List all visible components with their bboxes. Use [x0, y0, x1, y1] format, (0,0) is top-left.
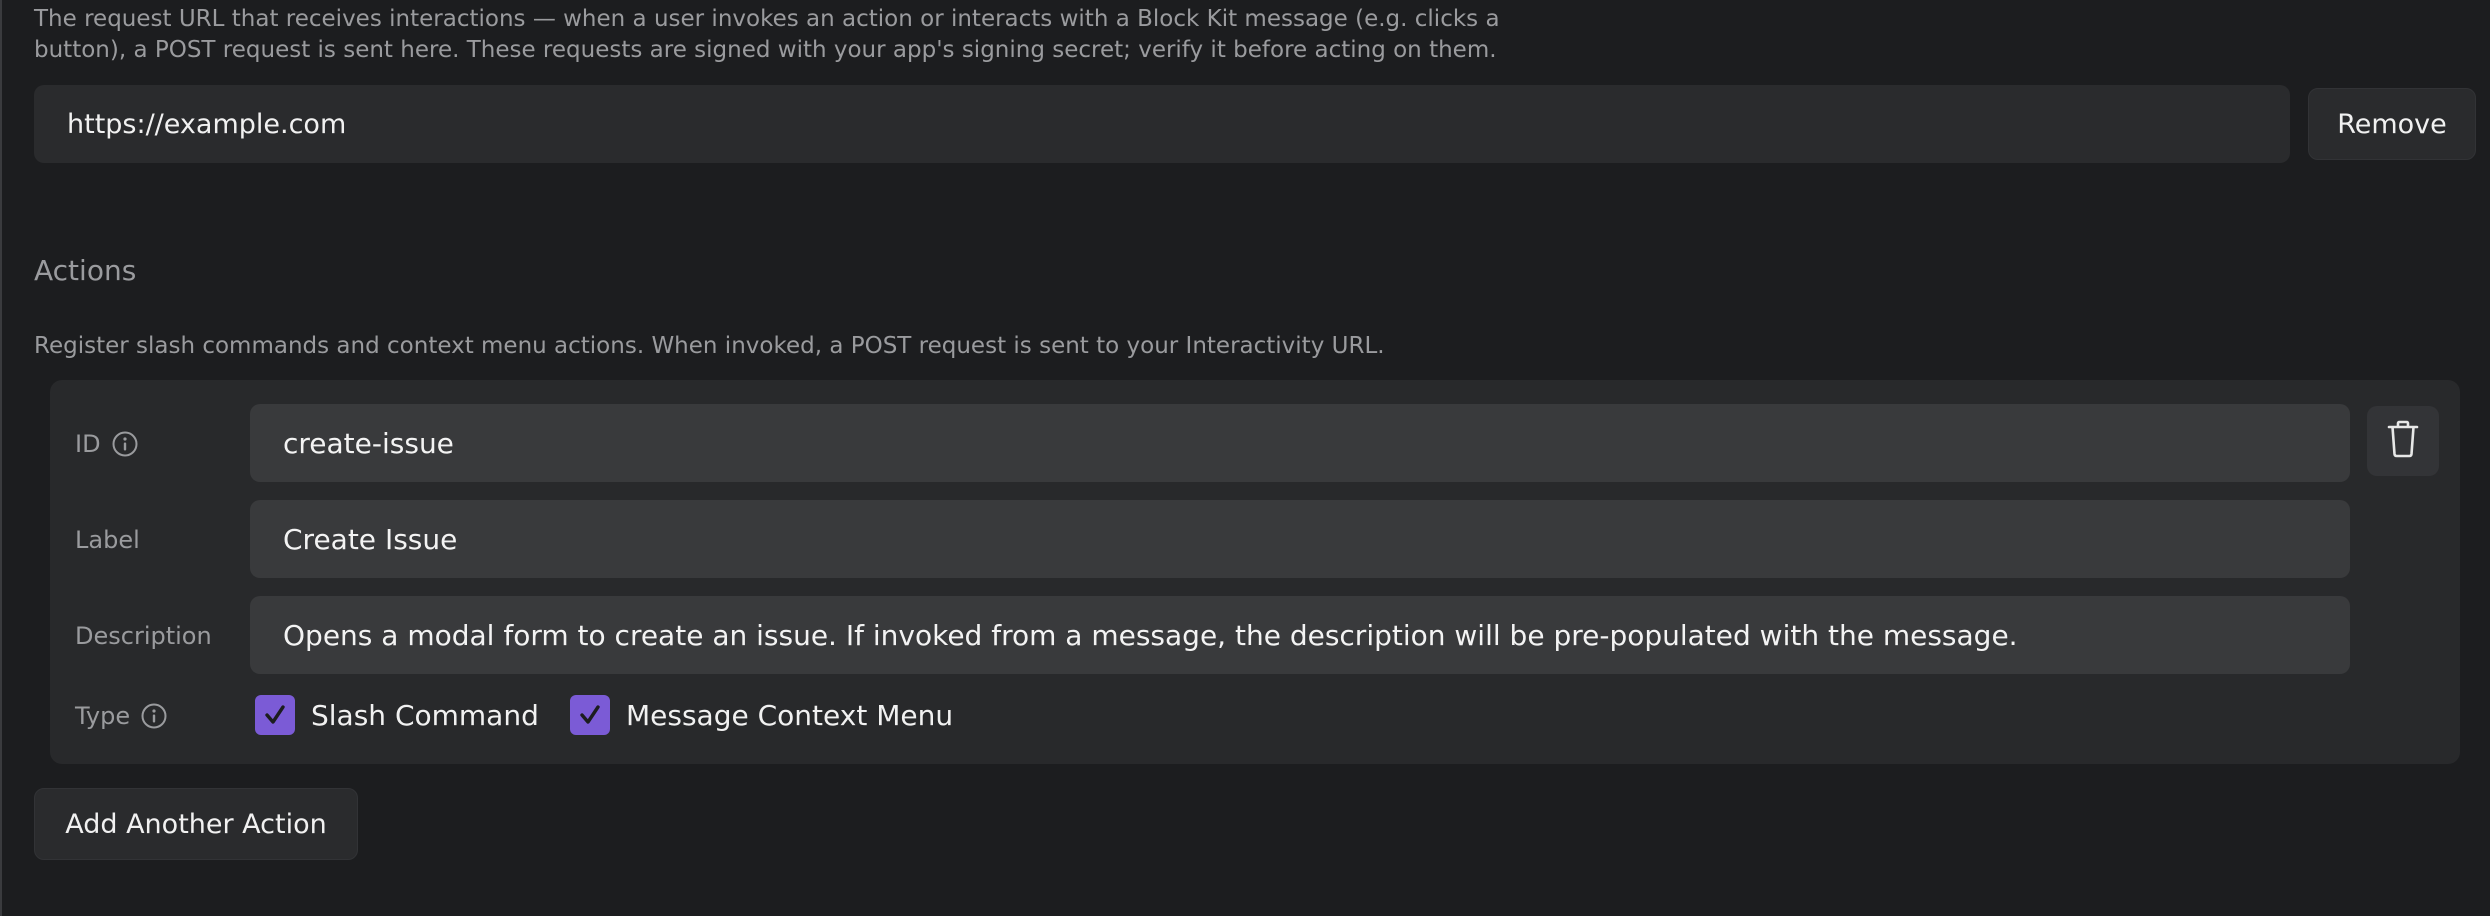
action-type-label: Type	[75, 702, 131, 730]
actions-section-title: Actions	[34, 254, 137, 287]
delete-action-button[interactable]	[2367, 406, 2439, 476]
action-label-input[interactable]: Create Issue	[250, 500, 2350, 578]
actions-help-text: Register slash commands and context menu…	[34, 333, 1385, 359]
slash-command-label[interactable]: Slash Command	[311, 699, 539, 732]
check-icon	[580, 705, 600, 724]
action-label-label: Label	[75, 526, 140, 554]
action-description-input[interactable]: Opens a modal form to create an issue. I…	[250, 596, 2350, 674]
trash-icon	[2385, 419, 2421, 463]
action-id-label-row: ID	[75, 424, 139, 464]
add-another-action-button[interactable]: Add Another Action	[34, 788, 358, 860]
action-description-label: Description	[75, 622, 212, 650]
action-label-label-row: Label	[75, 520, 140, 560]
action-description-label-row: Description	[75, 616, 212, 656]
interactivity-help-text: The request URL that receives interactio…	[34, 6, 1500, 63]
slash-command-checkbox[interactable]	[255, 695, 295, 735]
message-context-menu-label[interactable]: Message Context Menu	[626, 699, 953, 732]
action-id-label: ID	[75, 430, 101, 458]
remove-url-button[interactable]: Remove	[2308, 88, 2476, 160]
action-type-label-row: Type	[75, 696, 168, 736]
type-option-message-context-menu[interactable]: Message Context Menu	[570, 695, 953, 735]
interactivity-url-input[interactable]: https://example.com	[34, 85, 2290, 163]
info-icon[interactable]	[140, 702, 168, 730]
type-option-slash-command[interactable]: Slash Command	[255, 695, 539, 735]
message-context-menu-checkbox[interactable]	[570, 695, 610, 735]
interactivity-settings-page: The request URL that receives interactio…	[0, 0, 2490, 916]
action-id-input[interactable]: create-issue	[250, 404, 2350, 482]
info-icon[interactable]	[111, 430, 139, 458]
check-icon	[265, 705, 285, 724]
